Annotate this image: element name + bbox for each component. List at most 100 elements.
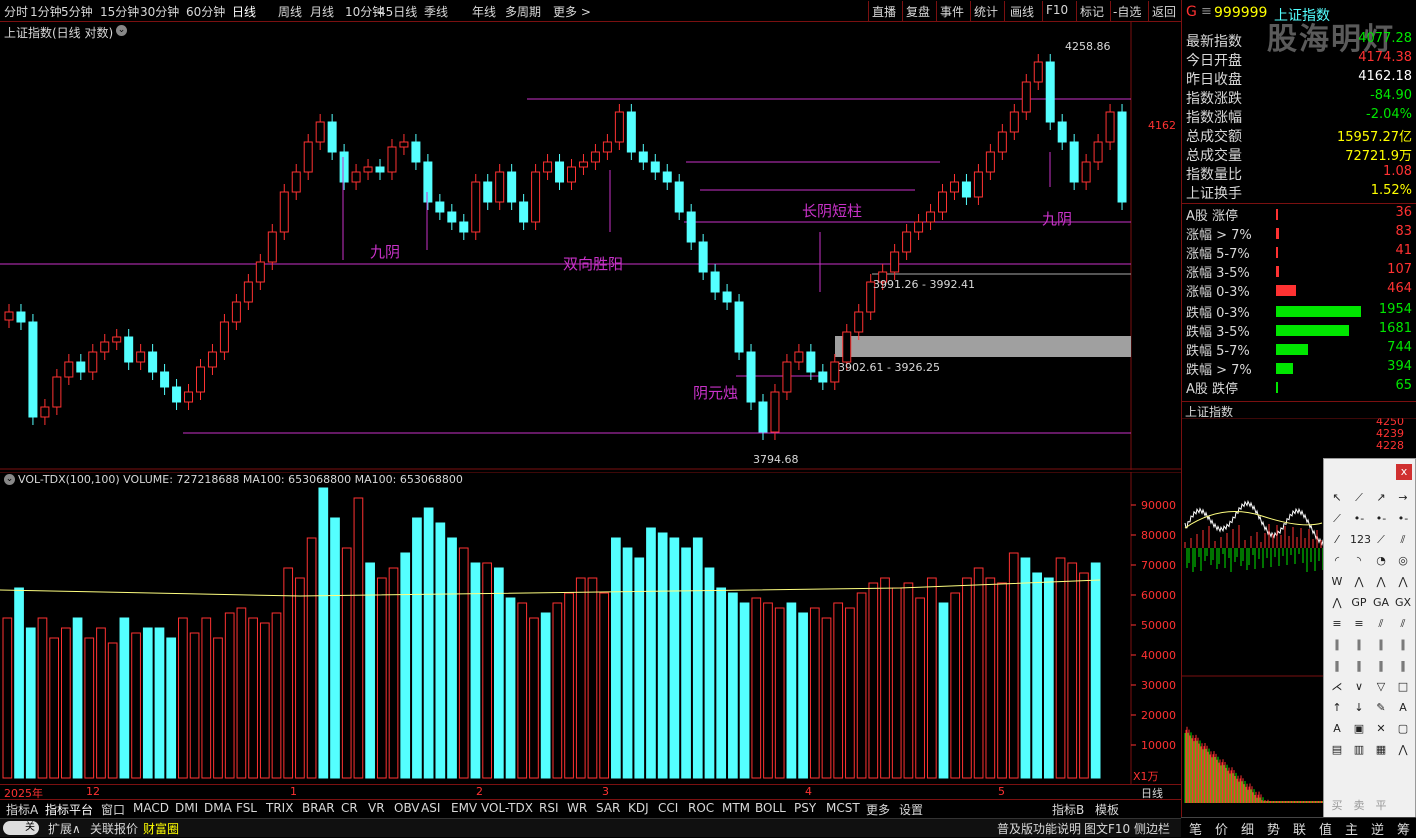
tab-23[interactable]: PSY [794, 801, 816, 815]
tab-0[interactable]: 指标A [6, 801, 38, 818]
drawing-tool-icon[interactable]: ⁄ [1328, 531, 1346, 549]
period-8[interactable]: 月线 [310, 3, 334, 20]
toolbar-btn-3[interactable]: 统计 [974, 3, 998, 20]
drawing-tool-icon[interactable]: •- [1350, 510, 1368, 528]
drawing-tool-icon[interactable]: ‖ [1394, 657, 1412, 675]
drawing-tool-icon[interactable]: ≡ [1350, 615, 1368, 633]
toolbar-btn-4[interactable]: 画线 [1010, 3, 1034, 20]
drawing-tool-icon[interactable]: ∥ [1372, 636, 1390, 654]
period-1[interactable]: 1分钟 [30, 3, 62, 20]
drawing-tool-icon[interactable]: ⫽ [1394, 615, 1412, 633]
tab-20[interactable]: ROC [688, 801, 714, 815]
trade-button[interactable]: 买 [1328, 797, 1346, 815]
period-10[interactable]: 45日线 [378, 3, 417, 20]
footer-tab-2[interactable]: 细 [1241, 819, 1254, 838]
period-5[interactable]: 60分钟 [186, 3, 225, 20]
toolbar-btn-5[interactable]: F10 [1046, 3, 1068, 17]
footer-tab-1[interactable]: 价 [1215, 819, 1228, 838]
drawing-tool-icon[interactable]: A [1328, 720, 1346, 738]
period-3[interactable]: 15分钟 [100, 3, 139, 20]
chevron-down-icon[interactable]: ⌄ [4, 474, 15, 485]
drawing-tool-icon[interactable]: GP [1350, 594, 1368, 612]
footer-tab-8[interactable]: 筹 [1397, 819, 1410, 838]
drawing-tool-icon[interactable]: → [1394, 489, 1412, 507]
drawing-tool-icon[interactable]: □ [1394, 678, 1412, 696]
drawing-tool-icon[interactable]: ↓ [1350, 699, 1368, 717]
drawing-tool-icon[interactable]: ⋀ [1372, 573, 1390, 591]
drawing-tool-icon[interactable]: ▽ [1372, 678, 1390, 696]
tab-28[interactable]: 模板 [1095, 801, 1119, 818]
drawing-tool-icon[interactable]: ▢ [1394, 720, 1412, 738]
status-related-quote[interactable]: 关联报价 [90, 820, 138, 837]
tab-18[interactable]: KDJ [628, 801, 649, 815]
tab-9[interactable]: CR [341, 801, 358, 815]
footer-tab-4[interactable]: 联 [1293, 819, 1306, 838]
drawing-tool-icon[interactable]: GX [1394, 594, 1412, 612]
tab-8[interactable]: BRAR [302, 801, 335, 815]
drawing-tool-icon[interactable]: ✎ [1372, 699, 1390, 717]
status-wealth[interactable]: 财富圈 [143, 820, 179, 837]
drawing-tool-icon[interactable]: •- [1394, 510, 1412, 528]
period-7[interactable]: 周线 [278, 3, 302, 20]
toolbar-btn-2[interactable]: 事件 [940, 3, 964, 20]
tab-13[interactable]: EMV [451, 801, 477, 815]
tab-6[interactable]: FSL [236, 801, 257, 815]
status-sidebar[interactable]: 侧边栏 [1134, 820, 1170, 837]
tab-3[interactable]: MACD [133, 801, 169, 815]
drawing-tool-icon[interactable]: ∨ [1350, 678, 1368, 696]
tab-12[interactable]: ASI [421, 801, 440, 815]
toolbar-btn-6[interactable]: 标记 [1080, 3, 1104, 20]
drawing-tool-icon[interactable]: ✕ [1372, 720, 1390, 738]
footer-tab-6[interactable]: 主 [1345, 819, 1358, 838]
drawing-tool-icon[interactable]: ▣ [1350, 720, 1368, 738]
drawing-tool-icon[interactable]: ‖ [1372, 657, 1390, 675]
kline-chart[interactable]: 4258.86 3794.68 4162 3991.26 - 3992.41 3902.… [0, 22, 1181, 470]
g-icon[interactable]: G [1186, 4, 1197, 20]
footer-tab-5[interactable]: 值 [1319, 819, 1332, 838]
period-0[interactable]: 分时 [4, 3, 28, 20]
drawing-tool-icon[interactable]: ▤ [1328, 741, 1346, 759]
period-2[interactable]: 5分钟 [61, 3, 93, 20]
period-11[interactable]: 季线 [424, 3, 448, 20]
tab-10[interactable]: VR [368, 801, 385, 815]
toggle-switch[interactable]: 关 [3, 821, 39, 835]
drawing-tool-icon[interactable]: ∥ [1328, 636, 1346, 654]
drawing-tool-icon[interactable]: ◎ [1394, 552, 1412, 570]
drawing-tool-icon[interactable]: ↑ [1328, 699, 1346, 717]
drawing-tool-icon[interactable]: ↖ [1328, 489, 1346, 507]
drawing-tool-icon[interactable]: •- [1372, 510, 1390, 528]
toolbar-btn-7[interactable]: -自选 [1113, 3, 1141, 20]
close-icon[interactable]: x [1396, 464, 1412, 480]
drawing-tool-icon[interactable]: ◔ [1372, 552, 1390, 570]
tab-21[interactable]: MTM [722, 801, 750, 815]
drawing-tool-icon[interactable]: GA [1372, 594, 1390, 612]
trade-button[interactable]: 平 [1372, 797, 1390, 815]
tab-27[interactable]: 指标B [1052, 801, 1084, 818]
tab-2[interactable]: 窗口 [101, 801, 125, 818]
footer-tab-0[interactable]: 笔 [1189, 819, 1202, 838]
menu-icon[interactable]: ≡ [1201, 4, 1212, 19]
period-4[interactable]: 30分钟 [140, 3, 179, 20]
drawing-tool-icon[interactable]: ↗ [1372, 489, 1390, 507]
drawing-tool-icon[interactable]: ‖ [1350, 657, 1368, 675]
period-14[interactable]: 更多 > [553, 3, 591, 20]
tab-1[interactable]: 指标平台 [45, 801, 93, 818]
tab-19[interactable]: CCI [658, 801, 678, 815]
tab-14[interactable]: VOL-TDX [481, 801, 533, 815]
drawing-tool-icon[interactable]: ◜ [1328, 552, 1346, 570]
period-12[interactable]: 年线 [472, 3, 496, 20]
tab-26[interactable]: 设置 [899, 801, 923, 818]
status-expand[interactable]: 扩展∧ [48, 820, 81, 837]
drawing-tool-icon[interactable]: ⟋ [1328, 510, 1346, 528]
drawing-tool-icon[interactable]: ◝ [1350, 552, 1368, 570]
tab-4[interactable]: DMI [175, 801, 198, 815]
footer-tab-7[interactable]: 逆 [1371, 819, 1384, 838]
toolbar-btn-8[interactable]: 返回 [1152, 3, 1176, 20]
drawing-tool-icon[interactable]: ‖ [1328, 657, 1346, 675]
volume-chart[interactable]: 90000 80000 70000 60000 50000 40000 30000 20000… [0, 471, 1181, 784]
tab-24[interactable]: MCST [826, 801, 860, 815]
tab-7[interactable]: TRIX [266, 801, 293, 815]
drawing-tool-icon[interactable]: ⫽ [1372, 615, 1390, 633]
tab-25[interactable]: 更多 [866, 801, 890, 818]
drawing-tool-icon[interactable]: ≡ [1328, 615, 1346, 633]
